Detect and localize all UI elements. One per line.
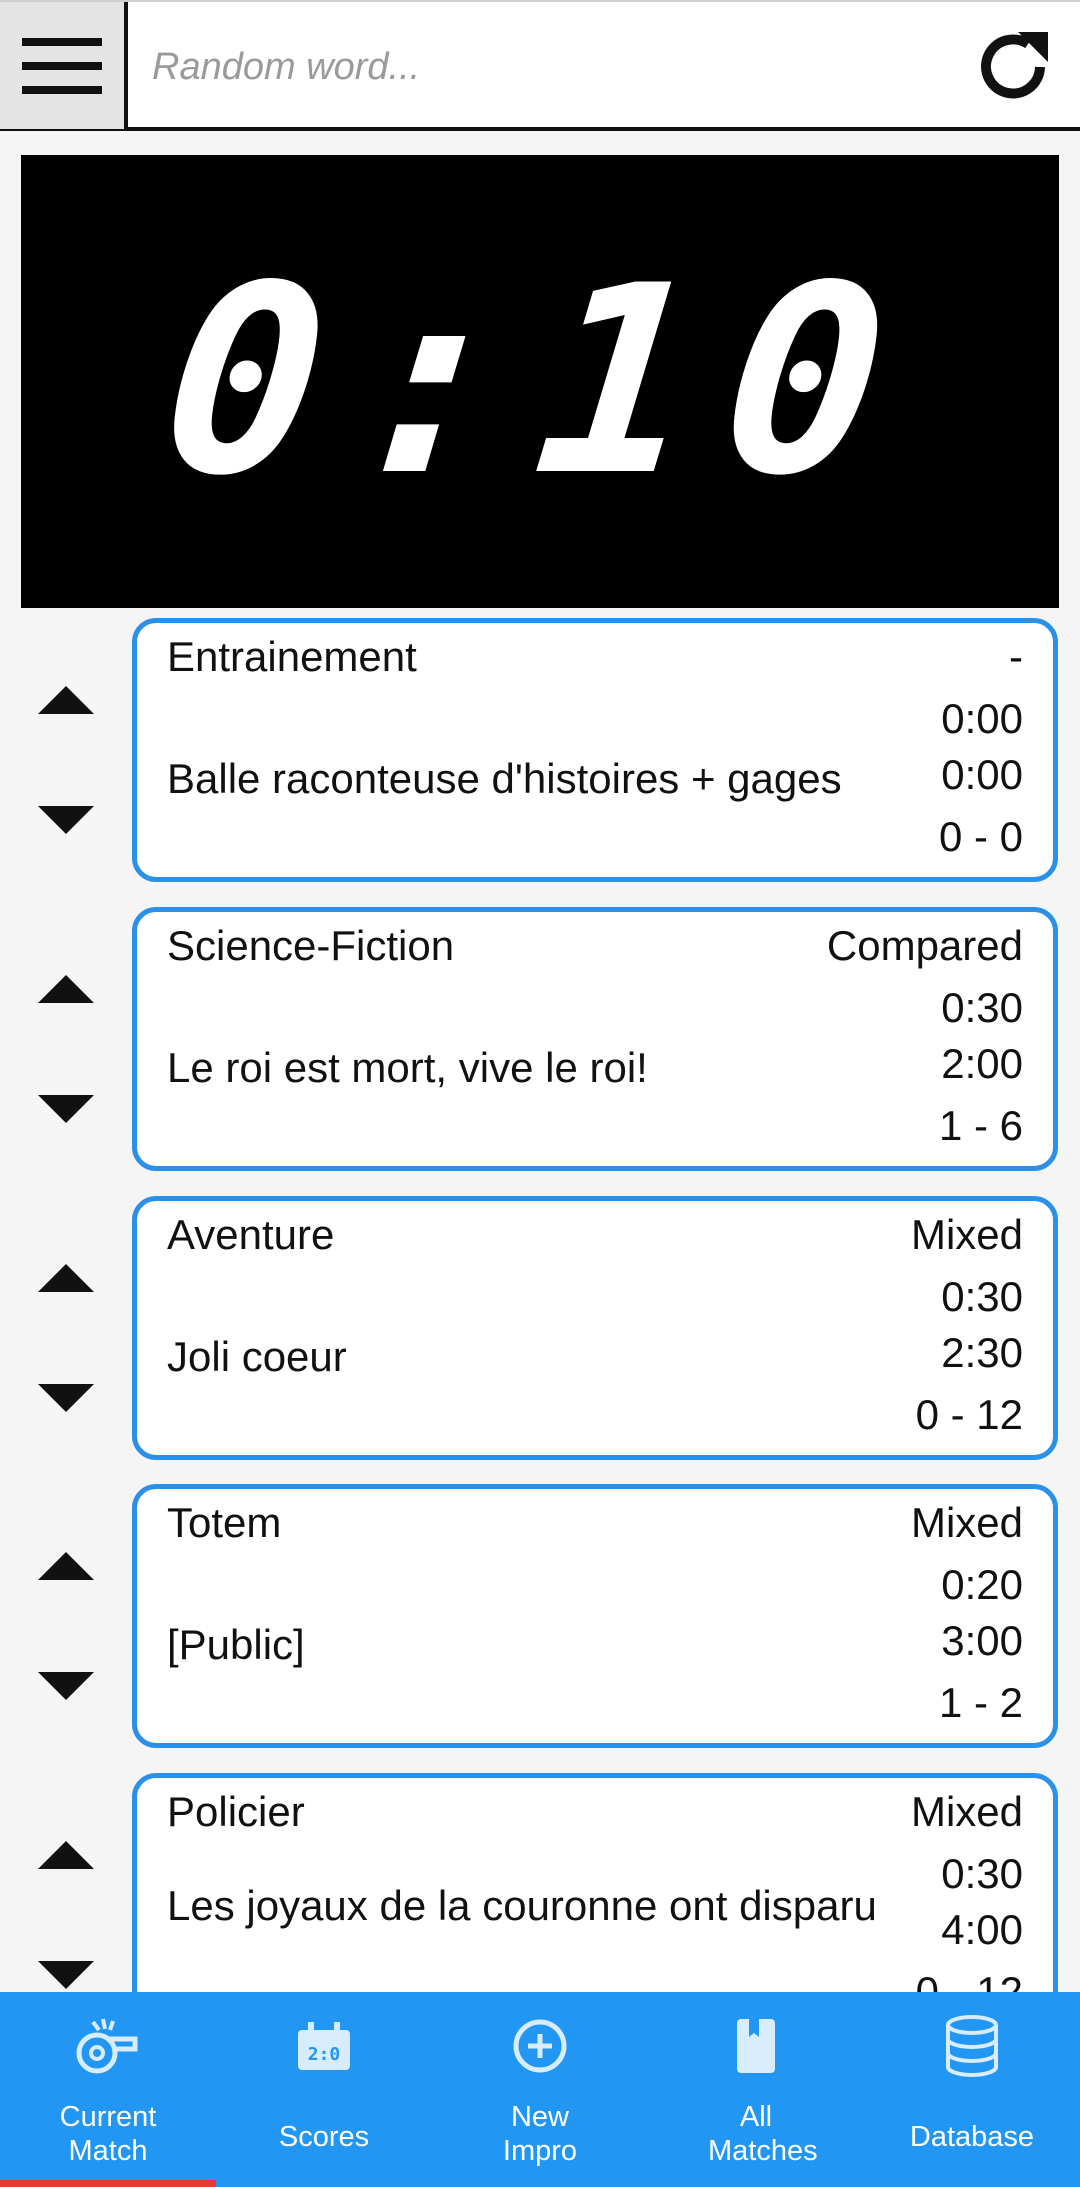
timer-value: 0:10	[151, 230, 929, 533]
impro-category: Aventure	[167, 1211, 335, 1258]
impro-total-time: 3:00	[941, 1617, 1023, 1664]
impro-category: Policier	[167, 1788, 305, 1835]
nav-label: Current Match	[59, 2101, 157, 2167]
search-bar	[0, 0, 1080, 131]
impro-title: Le roi est mort, vive le roi!	[167, 1044, 648, 1091]
nav-label: New Impro	[502, 2101, 578, 2167]
nav-label: Database	[909, 2121, 1035, 2153]
move-up-icon[interactable]	[38, 1552, 94, 1580]
move-up-icon[interactable]	[38, 1841, 94, 1869]
impro-duration: 0:30	[941, 1850, 1023, 1897]
impro-card[interactable]: Science-Fiction Compared Le roi est mort…	[132, 907, 1058, 1171]
impro-type: Compared	[826, 922, 1023, 969]
impro-card[interactable]: Totem Mixed [Public] 0:20 3:00 1 - 2	[132, 1484, 1058, 1748]
impro-type: Mixed	[910, 1788, 1023, 1835]
list-item: Entrainement - Balle raconteuse d'histoi…	[0, 618, 1080, 882]
impro-total-time: 2:30	[941, 1329, 1023, 1376]
impro-title: [Public]	[167, 1621, 305, 1668]
impro-total-time: 4:00	[941, 1906, 1023, 1953]
database-icon	[932, 2012, 1012, 2080]
add-circle-icon	[500, 2012, 580, 2080]
nav-label: All Matches	[708, 2101, 818, 2167]
list-item: Science-Fiction Compared Le roi est mort…	[0, 907, 1080, 1171]
random-word-input[interactable]	[150, 22, 954, 112]
move-down-icon[interactable]	[38, 806, 94, 834]
impro-duration: 0:00	[941, 695, 1023, 742]
list-item: Aventure Mixed Joli coeur 0:30 2:30 0 - …	[0, 1196, 1080, 1460]
whistle-icon	[68, 2012, 148, 2080]
list-item: Totem Mixed [Public] 0:20 3:00 1 - 2	[0, 1484, 1080, 1748]
impro-score: 0 - 0	[938, 813, 1023, 860]
impro-type: Mixed	[910, 1211, 1023, 1258]
impro-total-time: 2:00	[941, 1040, 1023, 1087]
nav-current-match[interactable]: Current Match	[0, 1992, 216, 2187]
impro-total-time: 0:00	[941, 751, 1023, 798]
hamburger-icon-line	[22, 61, 102, 70]
impro-title: Les joyaux de la couronne ont disparu	[167, 1882, 877, 1929]
scoreboard-icon: 2:0	[284, 2012, 364, 2080]
move-up-icon[interactable]	[38, 975, 94, 1003]
refresh-icon[interactable]	[970, 24, 1056, 110]
impro-type: Mixed	[910, 1499, 1023, 1546]
nav-all-matches[interactable]: All Matches	[648, 1992, 864, 2187]
menu-button[interactable]	[0, 2, 128, 129]
impro-duration: 0:30	[941, 984, 1023, 1031]
move-up-icon[interactable]	[38, 686, 94, 714]
bottom-navigation: Current Match 2:0 Scores New Impro All M…	[0, 1992, 1080, 2187]
nav-label: Scores	[278, 2121, 370, 2153]
active-tab-indicator	[0, 2180, 216, 2187]
impro-score: 1 - 2	[938, 1679, 1023, 1726]
impro-title: Balle raconteuse d'histoires + gages	[167, 755, 842, 802]
impro-category: Totem	[167, 1499, 282, 1546]
impro-type: -	[1009, 633, 1023, 680]
move-up-icon[interactable]	[38, 1264, 94, 1292]
impro-score: 0 - 12	[915, 1391, 1023, 1438]
move-down-icon[interactable]	[38, 1961, 94, 1989]
impro-score: 1 - 6	[938, 1102, 1023, 1149]
impro-card[interactable]: Aventure Mixed Joli coeur 0:30 2:30 0 - …	[132, 1196, 1058, 1460]
hamburger-icon	[22, 37, 102, 46]
scoreboard-icon-text: 2:0	[308, 2044, 341, 2065]
nav-scores[interactable]: 2:0 Scores	[216, 1992, 432, 2187]
move-down-icon[interactable]	[38, 1672, 94, 1700]
move-down-icon[interactable]	[38, 1095, 94, 1123]
hamburger-icon-line	[22, 85, 102, 94]
move-down-icon[interactable]	[38, 1384, 94, 1412]
nav-new-impro[interactable]: New Impro	[432, 1992, 648, 2187]
impro-category: Science-Fiction	[167, 922, 455, 969]
impro-duration: 0:30	[941, 1273, 1023, 1320]
nav-database[interactable]: Database	[864, 1992, 1080, 2187]
impro-title: Joli coeur	[167, 1333, 347, 1380]
impro-duration: 0:20	[941, 1561, 1023, 1608]
impro-category: Entrainement	[167, 633, 417, 680]
timer-display[interactable]: 0:10	[21, 155, 1059, 608]
book-icon	[716, 2012, 796, 2080]
impro-card[interactable]: Entrainement - Balle raconteuse d'histoi…	[132, 618, 1058, 882]
